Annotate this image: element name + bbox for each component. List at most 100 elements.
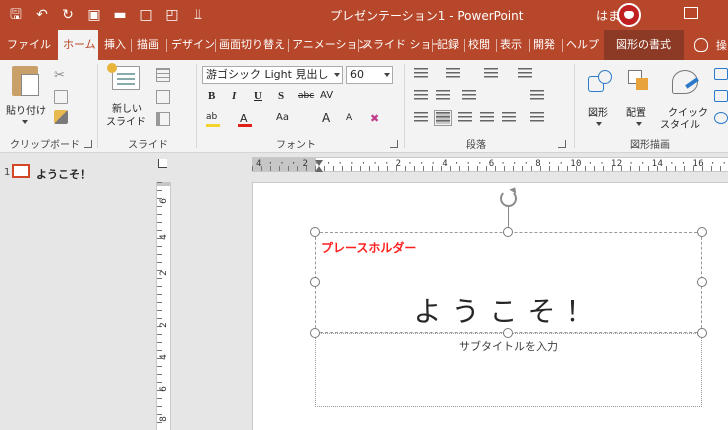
resize-handle[interactable] xyxy=(310,277,320,287)
open-folder-icon[interactable]: ▬ xyxy=(110,5,130,25)
justify-icon[interactable] xyxy=(480,112,494,124)
shape-effects-icon[interactable] xyxy=(714,112,728,124)
decrease-indent-icon[interactable] xyxy=(414,90,428,102)
resize-handle[interactable] xyxy=(697,277,707,287)
slide-thumbnail-title[interactable]: ようこそ！ xyxy=(36,166,91,182)
tab-record[interactable]: 記録 xyxy=(437,30,459,60)
slide-thumbnail[interactable] xyxy=(12,164,30,178)
tab-review[interactable]: 校閲 xyxy=(468,30,490,60)
chevron-down-icon[interactable] xyxy=(636,122,642,126)
clear-format-icon[interactable]: ✖ xyxy=(370,112,379,125)
increase-indent-icon[interactable] xyxy=(436,90,450,102)
align-center-icon[interactable] xyxy=(434,110,452,126)
chevron-down-icon[interactable] xyxy=(334,73,340,77)
group-label-font: フォント xyxy=(276,140,316,151)
line-spacing-icon[interactable] xyxy=(484,68,498,80)
new-slide-icon[interactable] xyxy=(107,63,140,90)
tab-view[interactable]: 表示 xyxy=(500,30,522,60)
shapes-button-label[interactable]: 図形 xyxy=(588,104,608,119)
bullets-icon[interactable] xyxy=(414,68,428,80)
tab-file[interactable]: ファイル xyxy=(7,30,51,60)
tab-design[interactable]: デザイン xyxy=(171,30,215,60)
user-avatar[interactable] xyxy=(617,3,641,27)
tab-shape-format[interactable]: 図形の書式 xyxy=(604,30,684,60)
print-preview-icon[interactable]: ◰ xyxy=(162,5,182,25)
resize-handle[interactable] xyxy=(503,328,513,338)
layout-icon[interactable] xyxy=(156,68,170,82)
format-painter-icon[interactable] xyxy=(54,110,68,124)
chevron-down-icon[interactable] xyxy=(384,73,390,77)
tab-tell-me[interactable]: 操 xyxy=(716,37,727,53)
copy-icon[interactable] xyxy=(54,90,68,104)
vertical-ruler[interactable]: 6 4 2 2 4 6 8 xyxy=(156,182,171,430)
tab-draw[interactable]: 描画 xyxy=(137,30,159,60)
redo-icon[interactable]: ↻ xyxy=(58,5,78,25)
new-slide-label-2[interactable]: スライド xyxy=(106,113,146,128)
rotate-handle-icon[interactable] xyxy=(500,190,517,207)
change-case-button[interactable]: Aa xyxy=(276,112,289,123)
smartart-icon[interactable] xyxy=(530,112,544,124)
columns-icon[interactable] xyxy=(462,90,476,102)
grow-font-button[interactable]: A xyxy=(322,111,330,125)
cut-icon[interactable]: ✂ xyxy=(54,68,68,83)
horizontal-ruler[interactable]: 4 · · · 2 · · · · · · · 2 · · · 4 · · · … xyxy=(252,157,728,172)
dialog-launcher-icon[interactable] xyxy=(390,140,398,148)
reset-icon[interactable] xyxy=(156,90,170,104)
resize-handle[interactable] xyxy=(310,328,320,338)
shape-outline-icon[interactable] xyxy=(714,90,728,102)
font-name-select[interactable]: 游ゴシック Light 見出し xyxy=(202,66,343,84)
tab-help[interactable]: ヘルプ xyxy=(566,30,599,60)
tab-insert[interactable]: 挿入 xyxy=(104,30,126,60)
lightbulb-icon[interactable] xyxy=(694,38,708,52)
section-icon[interactable] xyxy=(156,112,170,126)
resize-handle[interactable] xyxy=(697,328,707,338)
tab-slideshow[interactable]: スライド ショー xyxy=(362,30,443,60)
tab-home[interactable]: ホーム xyxy=(58,30,98,60)
tab-transitions[interactable]: 画面切り替え xyxy=(219,30,285,60)
resize-handle[interactable] xyxy=(503,227,513,237)
undo-icon[interactable]: ↶ xyxy=(32,5,52,25)
chevron-down-icon[interactable] xyxy=(22,120,28,124)
italic-button[interactable]: I xyxy=(232,90,236,102)
arrange-button-label[interactable]: 配置 xyxy=(626,104,646,119)
tab-separator xyxy=(215,39,216,52)
tab-selector-icon[interactable] xyxy=(158,159,167,168)
resize-handle[interactable] xyxy=(310,227,320,237)
group-divider xyxy=(404,64,405,148)
align-text-icon[interactable] xyxy=(530,90,544,102)
quick-style-icon[interactable] xyxy=(672,70,698,94)
shrink-font-button[interactable]: A xyxy=(346,113,352,123)
text-direction-icon[interactable] xyxy=(518,68,532,80)
paste-button-label[interactable]: 貼り付け xyxy=(6,102,46,117)
shapes-icon[interactable] xyxy=(588,70,612,92)
tab-developer[interactable]: 開発 xyxy=(533,30,555,60)
resize-handle[interactable] xyxy=(697,227,707,237)
ribbon-display-options-icon[interactable] xyxy=(684,7,698,19)
dialog-launcher-icon[interactable] xyxy=(84,140,92,148)
arrange-icon[interactable] xyxy=(628,70,650,92)
underline-button[interactable]: U xyxy=(254,90,262,102)
present-from-start-icon[interactable]: ▣ xyxy=(84,5,104,25)
subtitle-text[interactable]: サブタイトルを入力 xyxy=(315,338,702,354)
numbering-icon[interactable] xyxy=(446,68,460,80)
slide-thumbnail-pane: 1 ようこそ！ xyxy=(0,154,150,430)
group-divider xyxy=(574,64,575,148)
paste-icon[interactable] xyxy=(12,66,39,96)
save-icon[interactable]: 🖫 xyxy=(6,5,26,25)
slide-title-text[interactable]: ようこそ！ xyxy=(315,290,702,330)
hanging-indent-marker[interactable] xyxy=(315,166,323,172)
shape-fill-icon[interactable] xyxy=(714,68,728,80)
chevron-down-icon[interactable] xyxy=(596,122,602,126)
customize-toolbar-icon[interactable]: ⫫ xyxy=(188,5,208,25)
align-right-icon[interactable] xyxy=(458,112,472,124)
distributed-icon[interactable] xyxy=(502,112,516,124)
bold-button[interactable]: B xyxy=(208,90,215,102)
quick-style-label-2[interactable]: スタイル xyxy=(660,116,700,131)
new-file-icon[interactable]: □ xyxy=(136,5,156,25)
shadow-button[interactable]: S xyxy=(278,90,284,102)
dialog-launcher-icon[interactable] xyxy=(558,140,566,148)
strikethrough-button[interactable]: abc xyxy=(298,91,314,101)
character-spacing-button[interactable]: AV xyxy=(320,90,333,101)
align-left-icon[interactable] xyxy=(414,112,428,124)
highlight-button[interactable]: ab xyxy=(206,112,217,122)
